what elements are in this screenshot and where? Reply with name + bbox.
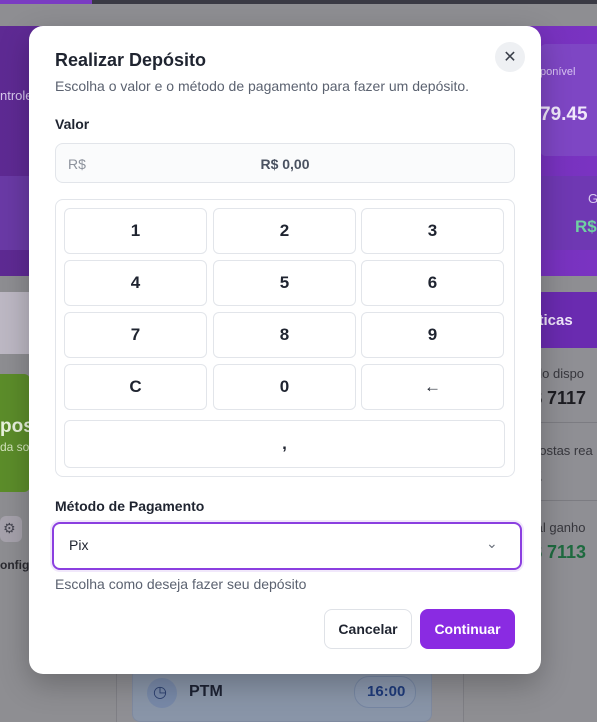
close-button[interactable]: ✕ — [495, 42, 525, 72]
key-4[interactable]: 4 — [64, 260, 207, 306]
valor-input[interactable]: R$ R$ 0,00 — [55, 143, 515, 183]
key-3[interactable]: 3 — [361, 208, 504, 254]
valor-amount: R$ 0,00 — [260, 156, 310, 172]
valor-label: Valor — [55, 116, 90, 132]
banner-card-left — [0, 176, 30, 250]
gains-value: R$ — [575, 217, 597, 236]
backspace-arrow-icon: ← — [424, 377, 441, 396]
key-comma[interactable]: , — [64, 420, 505, 468]
stats-panel — [540, 290, 597, 722]
balance-value: 79.45 — [540, 104, 588, 125]
cancel-button[interactable]: Cancelar — [324, 609, 412, 649]
continue-button[interactable]: Continuar — [420, 609, 515, 649]
payment-method-select[interactable]: Pix ⌄ — [52, 522, 522, 570]
modal-subtitle: Escolha o valor e o método de pagamento … — [55, 78, 470, 94]
backspace-key[interactable]: ← — [361, 364, 504, 410]
key-8[interactable]: 8 — [213, 312, 356, 358]
payment-method-value: Pix — [69, 537, 89, 553]
balance-card — [540, 44, 597, 156]
modal-title: Realizar Depósito — [55, 50, 207, 70]
gains-card — [540, 176, 597, 250]
key-9[interactable]: 9 — [361, 312, 504, 358]
deposit-card-subtitle: da so — [0, 440, 30, 454]
gear-icon: ⚙ — [3, 520, 16, 536]
schedule-name: PTM — [189, 683, 223, 700]
payment-method-help: Escolha como deseja fazer seu depósito — [55, 576, 307, 592]
stat-label: postas rea — [532, 443, 593, 458]
close-icon: ✕ — [503, 49, 517, 66]
key-1[interactable]: 1 — [64, 208, 207, 254]
left-panel-box — [0, 292, 30, 354]
key-clear[interactable]: C — [64, 364, 207, 410]
key-7[interactable]: 7 — [64, 312, 207, 358]
disponivel-label: ponível — [540, 66, 576, 78]
key-6[interactable]: 6 — [361, 260, 504, 306]
config-label: onfig — [0, 558, 30, 572]
deposit-modal: Realizar Depósito Escolha o valor e o mé… — [29, 26, 541, 674]
payment-method-label: Método de Pagamento — [55, 498, 205, 514]
chevron-down-icon: ⌄ — [486, 535, 498, 551]
top-strip — [0, 0, 597, 4]
controle-label: ntrole — [0, 88, 33, 103]
numeric-keypad: 1 2 3 4 5 6 7 8 9 C 0 ← , — [55, 199, 515, 477]
schedule-time: 16:00 — [367, 683, 406, 700]
key-2[interactable]: 2 — [213, 208, 356, 254]
key-5[interactable]: 5 — [213, 260, 356, 306]
gains-label: G — [588, 191, 597, 206]
clock-icon: ◷ — [153, 684, 167, 701]
key-0[interactable]: 0 — [213, 364, 356, 410]
